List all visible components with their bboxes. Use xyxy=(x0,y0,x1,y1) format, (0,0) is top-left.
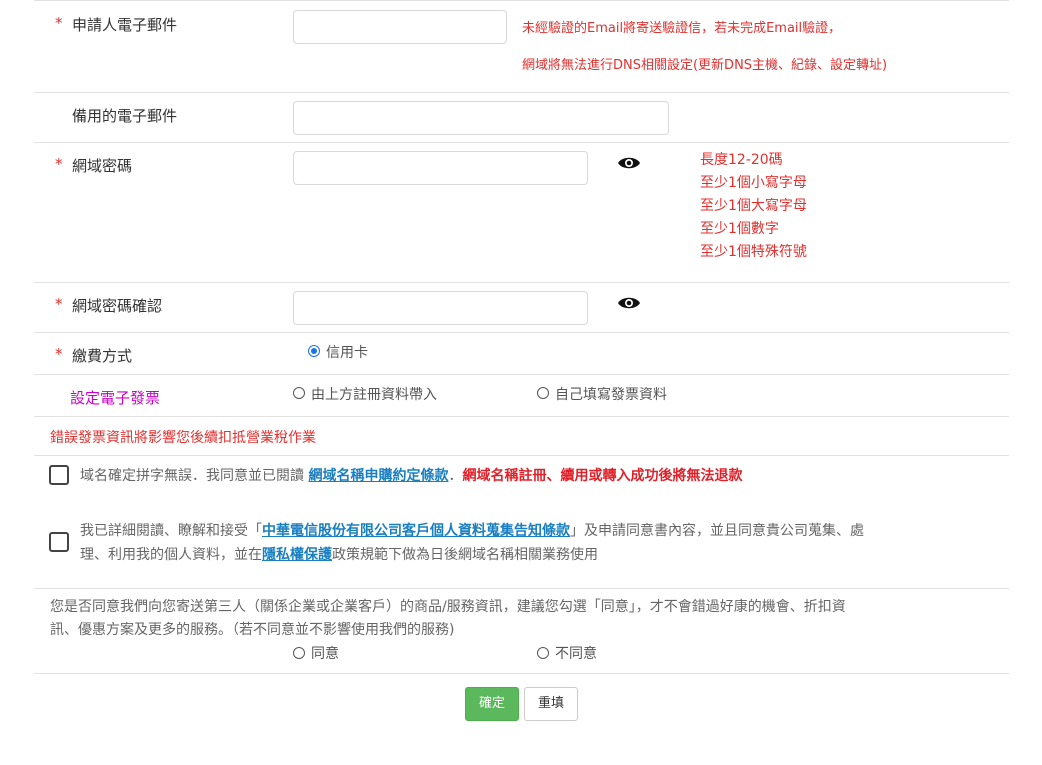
agree-privacy-text: 我已詳細閱讀、瞭解和接受「中華電信股份有限公司客戶個人資料蒐集告知條款」及申請同… xyxy=(80,519,864,567)
marketing-disagree-label: 不同意 xyxy=(555,646,597,662)
password-rule: 至少1個小寫字母 xyxy=(700,175,807,191)
submit-button[interactable]: 確定 xyxy=(465,687,519,721)
personal-data-notice-link[interactable]: 中華電信股份有限公司客戶個人資料蒐集告知條款 xyxy=(262,523,570,539)
agree-privacy-checkbox[interactable] xyxy=(49,532,69,552)
invoice-warning: 錯誤發票資訊將影響您後續扣抵營業稅作業 xyxy=(50,430,316,446)
invoice-manual-label: 自己填寫發票資料 xyxy=(555,387,667,403)
privacy-line1-suffix: 」及申請同意書內容，並且同意貴公司蒐集、處 xyxy=(570,523,864,539)
marketing-line1: 您是否同意我們向您寄送第三人（關係企業或企業客戶）的商品/服務資訊，建議您勾選「… xyxy=(50,599,846,615)
divider xyxy=(34,673,1009,674)
credit-card-radio[interactable] xyxy=(308,345,320,357)
backup-email-label: 備用的電子郵件 xyxy=(72,107,178,125)
agree-terms-checkbox[interactable] xyxy=(49,465,69,485)
divider xyxy=(34,282,1009,283)
invoice-from-registration-radio[interactable] xyxy=(293,387,305,399)
marketing-disagree-radio[interactable] xyxy=(537,647,549,659)
purchase-terms-link[interactable]: 網域名稱申購約定條款 xyxy=(308,468,448,484)
password-rule: 長度12-20碼 xyxy=(700,152,783,168)
password-input[interactable] xyxy=(293,151,588,185)
reset-button[interactable]: 重填 xyxy=(524,687,578,721)
agree-terms-prefix: 域名確定拼字無誤．我同意並已閱讀 xyxy=(80,468,304,484)
password-rule: 至少1個大寫字母 xyxy=(700,198,807,214)
eye-icon[interactable] xyxy=(617,155,641,171)
credit-card-option-label: 信用卡 xyxy=(326,345,368,361)
marketing-consent-text: 您是否同意我們向您寄送第三人（關係企業或企業客戶）的商品/服務資訊，建議您勾選「… xyxy=(50,596,846,642)
divider xyxy=(34,374,1009,375)
email-input[interactable] xyxy=(293,10,507,44)
marketing-agree-label: 同意 xyxy=(311,646,339,662)
required-mark: * xyxy=(55,14,63,32)
password-rule: 至少1個數字 xyxy=(700,221,779,237)
backup-email-input[interactable] xyxy=(293,101,669,135)
divider xyxy=(34,332,1009,333)
email-label: 申請人電子郵件 xyxy=(72,16,178,34)
domain-application-form: * 申請人電子郵件 未經驗證的Email將寄送驗證信，若未完成Email驗證， … xyxy=(0,0,1042,765)
agree-terms-text: 域名確定拼字無誤．我同意並已閱讀 網域名稱申購約定條款．網域名稱註冊、續用或轉入… xyxy=(80,465,742,485)
divider xyxy=(34,588,1009,589)
required-mark: * xyxy=(55,345,63,363)
divider xyxy=(34,416,1009,417)
privacy-policy-link[interactable]: 隱私權保護 xyxy=(262,547,332,563)
email-verification-note: 未經驗證的Email將寄送驗證信，若未完成Email驗證， xyxy=(522,21,842,36)
password-rule: 至少1個特殊符號 xyxy=(700,244,807,260)
invoice-from-registration-label: 由上方註冊資料帶入 xyxy=(311,387,437,403)
invoice-manual-radio[interactable] xyxy=(537,387,549,399)
password-label: 網域密碼 xyxy=(72,157,133,175)
divider xyxy=(34,92,1009,93)
invoice-label: 設定電子發票 xyxy=(70,389,161,407)
privacy-line2-suffix: 政策規範下做為日後網域名稱相關業務使用 xyxy=(332,547,598,563)
password-confirm-label: 網域密碼確認 xyxy=(72,297,163,315)
email-dns-note: 網域將無法進行DNS相關設定(更新DNS主機、紀錄、設定轉址) xyxy=(522,58,888,73)
marketing-agree-radio[interactable] xyxy=(293,647,305,659)
divider xyxy=(34,455,1009,456)
password-rules: 長度12-20碼 至少1個小寫字母 至少1個大寫字母 至少1個數字 至少1個特殊… xyxy=(700,149,807,264)
no-refund-warning: 網域名稱註冊、續用或轉入成功後將無法退款 xyxy=(462,468,743,484)
marketing-line2: 訊、優惠方案及更多的服務。（若不同意並不影響使用我們的服務) xyxy=(50,622,455,638)
divider xyxy=(34,0,1009,1)
payment-label: 繳費方式 xyxy=(72,347,133,365)
eye-icon[interactable] xyxy=(617,295,641,311)
required-mark: * xyxy=(55,155,63,173)
divider xyxy=(34,142,1009,143)
privacy-line2-prefix: 理、利用我的個人資料，並在 xyxy=(80,547,262,563)
required-mark: * xyxy=(55,295,63,313)
privacy-line1-prefix: 我已詳細閱讀、瞭解和接受「 xyxy=(80,523,262,539)
separator: ． xyxy=(448,468,463,484)
password-confirm-input[interactable] xyxy=(293,291,588,325)
